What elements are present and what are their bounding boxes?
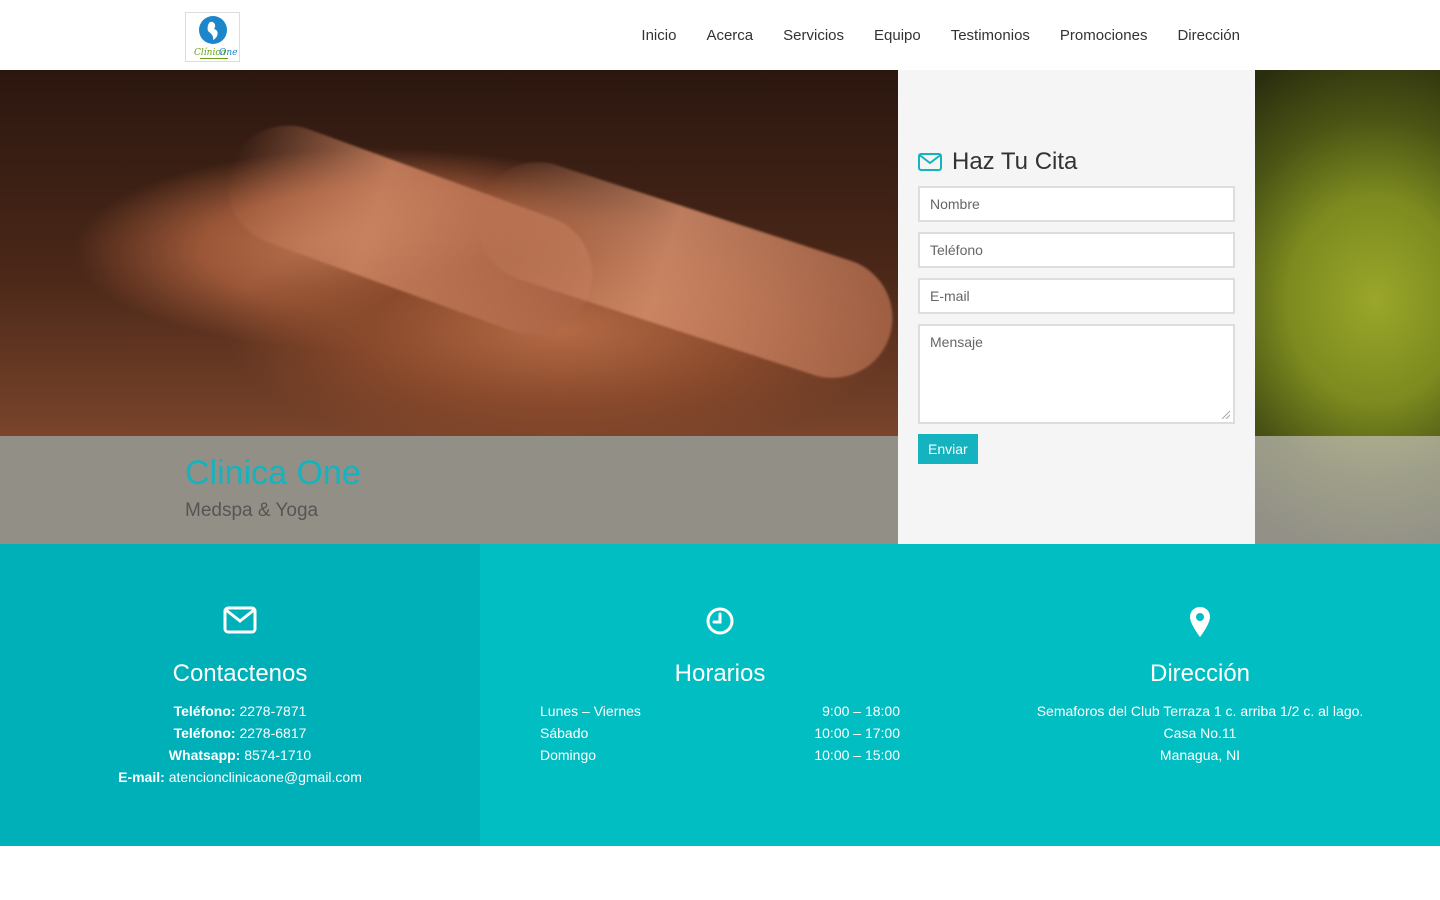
- hours-row: Lunes – Viernes 9:00 – 18:00: [540, 700, 900, 722]
- contact-email: E-mail: atencionclinicaone@gmail.com: [0, 766, 480, 788]
- email-value[interactable]: atencionclinicaone@gmail.com: [169, 769, 362, 785]
- name-input[interactable]: Nombre: [918, 186, 1235, 222]
- message-placeholder: Mensaje: [930, 334, 983, 350]
- hours-time: 9:00 – 18:00: [822, 703, 900, 719]
- hours-title: Horarios: [674, 660, 766, 687]
- form-header: Haz Tu Cita: [918, 148, 1077, 176]
- phone-placeholder: Teléfono: [930, 242, 983, 258]
- email-placeholder: E-mail: [930, 288, 970, 304]
- nav-item-testimonios[interactable]: Testimonios: [951, 27, 1030, 44]
- phone-input[interactable]: Teléfono: [918, 232, 1235, 268]
- logo-mark: Clínica One: [194, 16, 238, 59]
- whatsapp-value: 8574-1710: [244, 747, 312, 763]
- address-title: Dirección: [1149, 660, 1251, 687]
- hours-time: 10:00 – 15:00: [814, 747, 900, 763]
- form-title: Haz Tu Cita: [952, 148, 1078, 175]
- clinic-logo[interactable]: Clínica One: [185, 12, 240, 62]
- contact-phone-2: Teléfono: 2278-6817: [0, 722, 480, 744]
- phone-label: Teléfono:: [173, 703, 236, 719]
- nav-item-servicios[interactable]: Servicios: [783, 27, 844, 44]
- nav-item-equipo[interactable]: Equipo: [874, 27, 921, 44]
- hours-row: Sábado 10:00 – 17:00: [540, 722, 900, 744]
- envelope-icon: [223, 606, 257, 634]
- message-textarea[interactable]: Mensaje: [918, 324, 1235, 424]
- hours-day: Domingo: [540, 747, 597, 763]
- nav-item-direccion[interactable]: Dirección: [1177, 27, 1240, 44]
- nav-item-inicio[interactable]: Inicio: [641, 27, 676, 44]
- address-line-1: Semaforos del Club Terraza 1 c. arriba 1…: [1036, 703, 1364, 719]
- whatsapp-label: Whatsapp:: [168, 747, 241, 763]
- hours-day: Sábado: [540, 725, 589, 741]
- name-placeholder: Nombre: [930, 196, 980, 212]
- contact-lines: Teléfono: 2278-7871 Teléfono: 2278-6817 …: [0, 700, 480, 788]
- map-marker-icon: [1190, 607, 1210, 637]
- resize-handle[interactable]: [1222, 411, 1230, 419]
- address-line-2: Casa No.11: [1163, 725, 1237, 741]
- hero-banner: Clinica One Medspa & Yoga Haz Tu Cita No…: [0, 70, 1440, 544]
- main-nav: Inicio Acerca Servicios Equipo Testimoni…: [641, 0, 1240, 70]
- email-input[interactable]: E-mail: [918, 278, 1235, 314]
- contact-whatsapp: Whatsapp: 8574-1710: [0, 744, 480, 766]
- clock-icon: [706, 607, 734, 635]
- email-label: E-mail:: [118, 769, 165, 785]
- hero-title: Clinica One: [185, 454, 361, 492]
- appointment-form: Haz Tu Cita Nombre Teléfono E-mail Mensa…: [898, 70, 1255, 544]
- hours-time: 10:00 – 17:00: [814, 725, 900, 741]
- nav-item-acerca[interactable]: Acerca: [706, 27, 753, 44]
- contact-icon-wrap: [0, 606, 480, 634]
- page-bottom-spacer: [0, 846, 1440, 900]
- hours-row: Domingo 10:00 – 15:00: [540, 744, 900, 766]
- hero-subtitle: Medspa & Yoga: [185, 500, 319, 521]
- phone-label: Teléfono:: [173, 725, 236, 741]
- nav-item-promociones[interactable]: Promociones: [1060, 27, 1148, 44]
- svg-text:One: One: [219, 48, 238, 58]
- envelope-icon: [918, 153, 942, 171]
- contact-column: Contactenos Teléfono: 2278-7871 Teléfono…: [0, 544, 480, 846]
- phone-value: 2278-7871: [239, 703, 307, 719]
- contact-title: Contactenos: [172, 660, 308, 687]
- phone-value: 2278-6817: [239, 725, 307, 741]
- hours-column: Horarios Lunes – Viernes 9:00 – 18:00 Sá…: [480, 544, 960, 846]
- hours-day: Lunes – Viernes: [540, 703, 641, 719]
- info-strip: Contactenos Teléfono: 2278-7871 Teléfono…: [0, 544, 1440, 846]
- address-line-3: Managua, NI: [1159, 747, 1241, 763]
- hours-icon-wrap: [480, 606, 960, 636]
- address-column: Dirección Semaforos del Club Terraza 1 c…: [960, 544, 1440, 846]
- submit-button[interactable]: Enviar: [918, 434, 978, 464]
- site-header: Clínica One Inicio Acerca Servicios Equi…: [0, 0, 1440, 70]
- contact-phone-1: Teléfono: 2278-7871: [0, 700, 480, 722]
- address-icon-wrap: [960, 606, 1440, 638]
- hours-table: Lunes – Viernes 9:00 – 18:00 Sábado 10:0…: [540, 700, 900, 766]
- address-lines: Semaforos del Club Terraza 1 c. arriba 1…: [960, 700, 1440, 766]
